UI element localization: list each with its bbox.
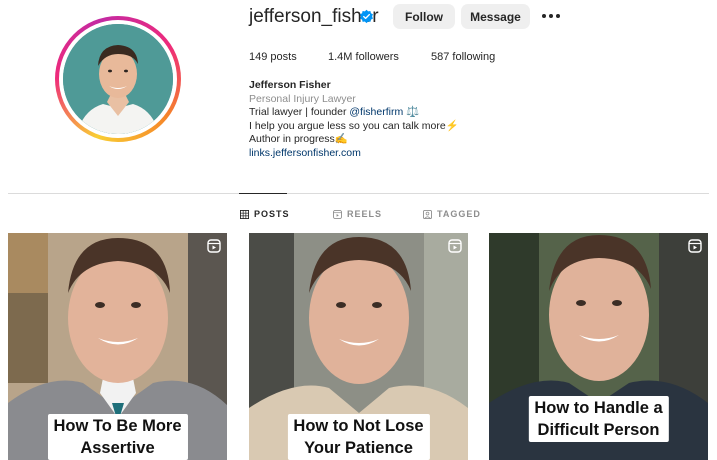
tab-posts-label: POSTS bbox=[254, 209, 290, 219]
verified-badge-icon bbox=[360, 9, 373, 24]
post-tile[interactable]: How To Be More Assertive bbox=[8, 233, 227, 460]
post-caption: How to Handle a Difficult Person bbox=[528, 396, 669, 442]
reel-icon bbox=[448, 239, 462, 253]
caption-line: Difficult Person bbox=[537, 421, 660, 439]
more-dot bbox=[549, 14, 553, 18]
bio-line-3: Author in progress✍️ bbox=[249, 133, 348, 145]
tab-tagged[interactable]: TAGGED bbox=[423, 209, 481, 219]
profile-bio: Jefferson Fisher Personal Injury Lawyer … bbox=[249, 79, 459, 160]
bio-line-2: I help you argue less so you can talk mo… bbox=[249, 119, 459, 132]
caption-line: Assertive bbox=[80, 439, 155, 457]
scales-emoji: ⚖️ bbox=[403, 106, 420, 118]
following-count[interactable]: 587 following bbox=[431, 51, 495, 63]
mention-link[interactable]: @fisherfirm bbox=[349, 106, 403, 118]
message-button[interactable]: Message bbox=[461, 4, 530, 29]
caption-line: Your Patience bbox=[304, 439, 413, 457]
caption-line: How To Be More bbox=[53, 417, 182, 435]
external-link[interactable]: links.jeffersonfisher.com bbox=[249, 147, 459, 161]
caption-line: How to Not Lose bbox=[293, 417, 424, 435]
caption-line: How to Handle a bbox=[534, 399, 663, 417]
more-dot bbox=[542, 14, 546, 18]
bio-line-1: Trial lawyer | founder @fisherfirm ⚖️ bbox=[249, 106, 459, 120]
follow-button[interactable]: Follow bbox=[393, 4, 455, 29]
tab-reels[interactable]: REELS bbox=[333, 209, 382, 219]
tab-reels-label: REELS bbox=[347, 209, 383, 219]
more-horizontal-icon[interactable] bbox=[542, 10, 562, 22]
tagged-icon bbox=[423, 209, 432, 219]
post-caption: How To Be More Assertive bbox=[47, 414, 188, 460]
profile-full-name: Jefferson Fisher bbox=[249, 79, 331, 91]
active-tab-indicator bbox=[239, 193, 287, 194]
post-tile[interactable]: How to Not Lose Your Patience bbox=[249, 233, 468, 460]
reels-icon bbox=[333, 209, 342, 219]
tab-posts[interactable]: POSTS bbox=[240, 209, 290, 219]
posts-count: 149 posts bbox=[249, 51, 297, 63]
section-divider bbox=[8, 193, 709, 194]
grid-icon bbox=[240, 209, 249, 219]
avatar-border bbox=[59, 20, 177, 138]
profile-avatar[interactable] bbox=[63, 24, 173, 134]
profile-category: Personal Injury Lawyer bbox=[249, 92, 356, 105]
bio-line-1-prefix: Trial lawyer | founder bbox=[249, 106, 350, 118]
story-ring[interactable] bbox=[55, 16, 181, 142]
post-tile[interactable]: How to Handle a Difficult Person bbox=[489, 233, 708, 460]
avatar-portrait bbox=[63, 24, 173, 134]
reel-icon bbox=[688, 239, 702, 253]
followers-count[interactable]: 1.4M followers bbox=[328, 51, 399, 63]
tab-tagged-label: TAGGED bbox=[437, 209, 481, 219]
reel-icon bbox=[207, 239, 221, 253]
post-caption: How to Not Lose Your Patience bbox=[287, 414, 430, 460]
more-dot bbox=[556, 14, 560, 18]
